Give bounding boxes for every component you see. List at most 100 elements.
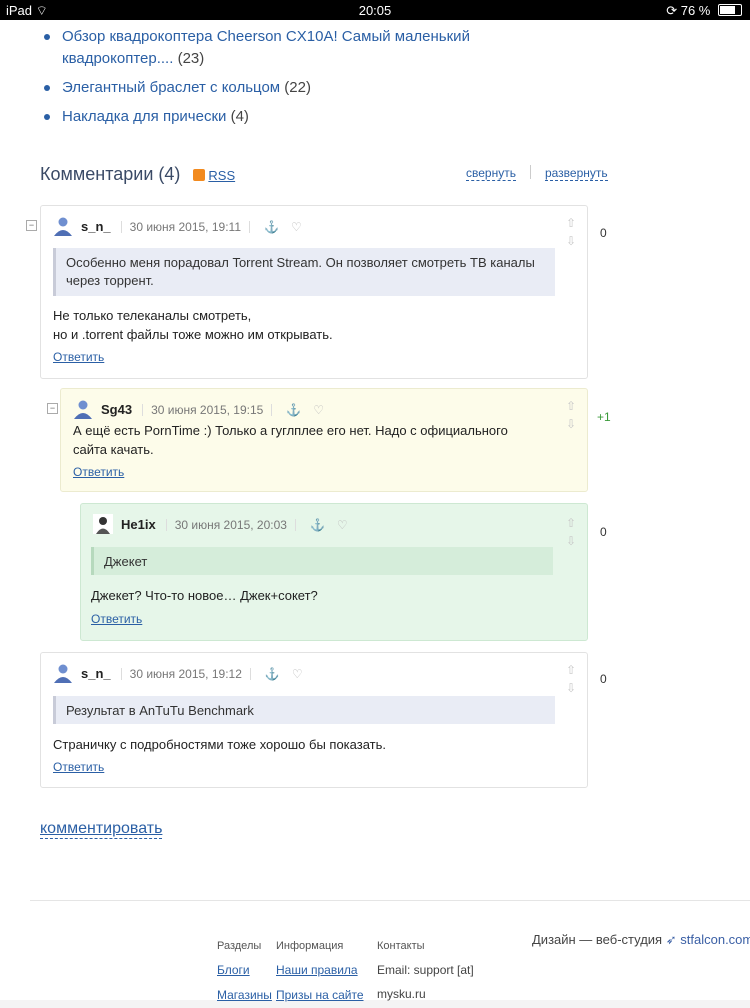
separator bbox=[529, 165, 531, 179]
vote-down-icon[interactable]: ⇩ bbox=[563, 532, 579, 550]
comments-toggle: свернуть развернуть bbox=[466, 165, 608, 181]
comment-author[interactable]: He1ix bbox=[121, 517, 156, 532]
status-bar: iPad ⌔ 20:05 ⟳ 76 % bbox=[0, 0, 750, 20]
comment-text: Страничку с подробностями тоже хорошо бы… bbox=[53, 737, 386, 752]
comment-text: Не только телеканалы смотреть, но и .torr… bbox=[53, 308, 333, 342]
comment: Sg43 30 июня 2015, 19:15 ⚓ ♡ А ещё есть Por… bbox=[60, 388, 588, 492]
footer-heading: Разделы bbox=[217, 940, 262, 952]
footer-sections: Разделы Блоги Магазины bbox=[217, 934, 272, 1008]
collapse-thread-button[interactable]: − bbox=[47, 403, 58, 414]
comment-date: 30 июня 2015, 19:15 bbox=[151, 403, 264, 417]
list-item: Элегантный браслет с кольцом (22) bbox=[44, 77, 524, 99]
reply-link[interactable]: Ответить bbox=[53, 350, 104, 364]
battery-icon bbox=[718, 4, 742, 16]
rotation-lock-icon: ⟳ bbox=[666, 3, 678, 18]
comments-title: Комментарии (4) bbox=[40, 164, 181, 184]
add-comment-link[interactable]: комментировать bbox=[40, 820, 163, 839]
vote-up-icon[interactable]: ⇧ bbox=[563, 214, 579, 232]
favorite-icon[interactable]: ♡ bbox=[313, 403, 324, 417]
clock: 20:05 bbox=[358, 3, 392, 18]
divider bbox=[249, 221, 250, 233]
comment-score: 0 bbox=[600, 672, 607, 686]
divider bbox=[249, 668, 251, 680]
reply-link[interactable]: Ответить bbox=[53, 760, 104, 774]
divider bbox=[120, 668, 122, 680]
comment-text: Джекет? Что-то новое… Джек+сокет? bbox=[91, 588, 318, 603]
vote-down-icon[interactable]: ⇩ bbox=[563, 232, 579, 250]
comments-header: Комментарии (4) RSS bbox=[40, 164, 235, 185]
anchor-icon[interactable]: ⚓ bbox=[265, 667, 280, 681]
comment-date: 30 июня 2015, 19:12 bbox=[129, 667, 242, 681]
rss-icon[interactable] bbox=[193, 169, 206, 181]
divider bbox=[294, 519, 296, 531]
page: Обзор квадрокоптера Cheerson CX10A! Самы… bbox=[0, 20, 750, 1002]
avatar-icon[interactable] bbox=[73, 399, 93, 419]
comment: s_n_ 30 июня 2015, 19:11 ⚓ ♡ Особенно меня … bbox=[40, 205, 588, 379]
studio-link[interactable]: stfalcon.com bbox=[680, 932, 750, 947]
vote-controls: ⇧ ⇩ bbox=[563, 661, 579, 697]
anchor-icon[interactable]: ⚓ bbox=[286, 403, 301, 417]
vote-up-icon[interactable]: ⇧ bbox=[563, 514, 579, 532]
vote-controls: ⇧ ⇩ bbox=[563, 514, 579, 550]
comment-author[interactable]: s_n_ bbox=[81, 666, 111, 681]
collapse-all-link[interactable]: свернуть bbox=[466, 166, 516, 181]
avatar-icon[interactable] bbox=[93, 514, 113, 534]
favorite-icon[interactable]: ♡ bbox=[337, 518, 348, 532]
favorite-icon[interactable]: ♡ bbox=[291, 220, 302, 234]
vote-controls: ⇧ ⇩ bbox=[563, 214, 579, 250]
avatar-icon[interactable] bbox=[53, 663, 73, 683]
reply-link[interactable]: Ответить bbox=[73, 465, 124, 479]
anchor-icon[interactable]: ⚓ bbox=[264, 220, 279, 234]
comment-score: 0 bbox=[600, 525, 607, 539]
comment-score: 0 bbox=[600, 226, 607, 240]
comment-count: (22) bbox=[284, 79, 311, 96]
collapse-thread-button[interactable]: − bbox=[26, 220, 37, 231]
footer-link-rules[interactable]: Наши правила bbox=[276, 963, 358, 977]
footer-contacts: Контакты Email: support [at] mysku.ru bbox=[377, 934, 474, 1006]
design-credit: Дизайн — веб-студия ➶ stfalcon.com bbox=[532, 932, 750, 948]
vote-down-icon[interactable]: ⇩ bbox=[563, 679, 579, 697]
footer-divider bbox=[30, 900, 750, 901]
comment-header: Sg43 30 июня 2015, 19:15 ⚓ ♡ bbox=[73, 399, 330, 419]
divider bbox=[271, 404, 273, 416]
comment-header: s_n_ 30 июня 2015, 19:12 ⚓ ♡ bbox=[53, 663, 309, 683]
comment-count: (23) bbox=[177, 50, 205, 67]
list-item: Обзор квадрокоптера Cheerson CX10A! Самы… bbox=[44, 26, 524, 70]
divider bbox=[165, 519, 167, 531]
anchor-icon[interactable]: ⚓ bbox=[310, 518, 325, 532]
footer-heading: Контакты bbox=[377, 940, 425, 952]
related-posts-list: Обзор квадрокоптера Cheerson CX10A! Самы… bbox=[44, 26, 524, 135]
favorite-icon[interactable]: ♡ bbox=[292, 667, 303, 681]
avatar-icon[interactable] bbox=[53, 216, 73, 236]
comment-author[interactable]: Sg43 bbox=[101, 402, 132, 417]
contact-email: Email: support [at] bbox=[377, 963, 474, 977]
rss-link[interactable]: RSS bbox=[208, 168, 235, 183]
comment-header: He1ix 30 июня 2015, 20:03 ⚓ ♡ bbox=[93, 514, 354, 534]
comment-author[interactable]: s_n_ bbox=[81, 219, 111, 234]
related-post-link[interactable]: Элегантный браслет с кольцом bbox=[62, 79, 280, 96]
reply-link[interactable]: Ответить bbox=[91, 612, 142, 626]
vote-down-icon[interactable]: ⇩ bbox=[563, 415, 579, 433]
related-post-link[interactable]: Обзор квадрокоптера Cheerson CX10A! Самы… bbox=[62, 28, 470, 67]
vote-controls: ⇧ ⇩ bbox=[563, 397, 579, 433]
comment-text: А ещё есть PornTime :) Только а гуглплее… bbox=[73, 423, 508, 457]
falcon-logo-icon: ➶ bbox=[665, 932, 677, 947]
comment-quote: Джекет bbox=[91, 547, 553, 575]
comment-quote: Особенно меня порадовал Torrent Stream. … bbox=[53, 248, 555, 296]
comment-header: s_n_ 30 июня 2015, 19:11 ⚓ ♡ bbox=[53, 216, 308, 236]
contact-domain: mysku.ru bbox=[377, 987, 426, 1001]
battery-fill bbox=[720, 6, 736, 14]
comment: s_n_ 30 июня 2015, 19:12 ⚓ ♡ Результат в An… bbox=[40, 652, 588, 788]
footer-heading: Информация bbox=[276, 940, 344, 952]
battery-indicator: ⟳ 76 % bbox=[666, 3, 742, 19]
comment-date: 30 июня 2015, 19:11 bbox=[129, 220, 241, 234]
related-post-link[interactable]: Накладка для прически bbox=[62, 108, 226, 125]
list-item: Накладка для прически (4) bbox=[44, 106, 524, 128]
comment: He1ix 30 июня 2015, 20:03 ⚓ ♡ Джекет Джекет… bbox=[80, 503, 588, 641]
design-label: Дизайн — веб-студия bbox=[532, 932, 663, 947]
expand-all-link[interactable]: развернуть bbox=[544, 166, 608, 181]
divider bbox=[142, 404, 144, 416]
vote-up-icon[interactable]: ⇧ bbox=[563, 661, 579, 679]
vote-up-icon[interactable]: ⇧ bbox=[563, 397, 579, 415]
footer-link-blogs[interactable]: Блоги bbox=[217, 963, 250, 977]
